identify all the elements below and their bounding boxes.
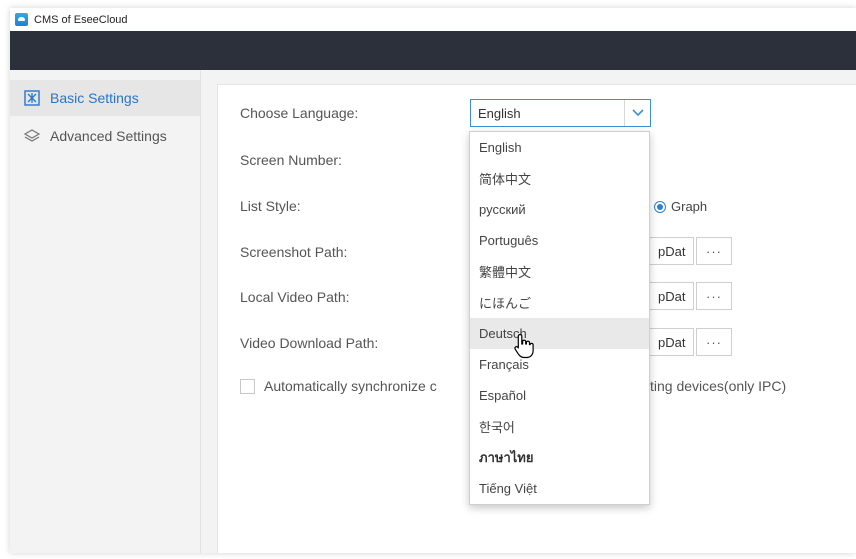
screen-number-label: Screen Number: (240, 152, 342, 168)
video-download-path-browse-button[interactable]: ··· (696, 328, 732, 356)
graph-option-label: Graph (671, 199, 708, 214)
video-download-path-label: Video Download Path: (240, 335, 379, 351)
sidebar-item-basic-settings[interactable]: Basic Settings (10, 80, 200, 116)
language-option-french[interactable]: Français (470, 349, 649, 380)
sidebar: Basic Settings Advanced Settings (10, 70, 201, 553)
language-option-vietnamese[interactable]: Tiếng Việt (470, 473, 649, 504)
language-select[interactable]: English (470, 99, 651, 127)
title-bar: CMS of EseeCloud (10, 8, 856, 31)
choose-language-label: Choose Language: (240, 105, 359, 121)
app-cloud-icon (15, 13, 28, 26)
auto-sync-label: Automatically synchronize c (264, 378, 437, 394)
chevron-down-icon[interactable] (624, 100, 650, 126)
language-option-korean[interactable]: 한국어 (470, 411, 649, 442)
sidebar-item-label: Basic Settings (50, 90, 139, 106)
language-option-traditional-chinese[interactable]: 繁體中文 (470, 256, 649, 287)
sidebar-item-label: Advanced Settings (50, 128, 167, 144)
language-option-simplified-chinese[interactable]: 简体中文 (470, 163, 649, 194)
radio-selected-icon (654, 200, 666, 213)
basic-settings-icon (24, 90, 40, 106)
language-dropdown-menu: English 简体中文 русский Português 繁體中文 にほんご… (469, 131, 650, 505)
language-option-japanese[interactable]: にほんご (470, 287, 649, 318)
language-option-spanish[interactable]: Español (470, 380, 649, 411)
language-option-german[interactable]: Deutsch (470, 318, 649, 349)
language-select-value: English (478, 105, 521, 121)
screenshot-path-browse-button[interactable]: ··· (696, 237, 732, 265)
header-bar (10, 31, 856, 70)
screenshot-path-label: Screenshot Path: (240, 244, 348, 260)
language-option-english[interactable]: English (470, 132, 649, 163)
language-option-russian[interactable]: русский (470, 194, 649, 225)
app-window: CMS of EseeCloud Basic Settings Advanced… (10, 8, 856, 553)
layers-icon (24, 128, 40, 144)
local-video-path-label: Local Video Path: (240, 289, 350, 305)
auto-sync-checkbox[interactable] (240, 378, 255, 394)
auto-sync-option[interactable]: Automatically synchronize c (240, 378, 437, 394)
sidebar-item-advanced-settings[interactable]: Advanced Settings (10, 118, 200, 154)
local-video-path-browse-button[interactable]: ··· (696, 282, 732, 310)
list-style-graph-radio[interactable]: Graph (654, 199, 707, 214)
auto-sync-label-tail: ting devices(only IPC) (650, 378, 787, 394)
hand-pointer-icon (513, 333, 535, 364)
window-title: CMS of EseeCloud (34, 13, 128, 26)
language-option-portuguese[interactable]: Português (470, 225, 649, 256)
language-option-thai[interactable]: ภาษาไทย (470, 442, 649, 473)
list-style-label: List Style: (240, 198, 301, 214)
